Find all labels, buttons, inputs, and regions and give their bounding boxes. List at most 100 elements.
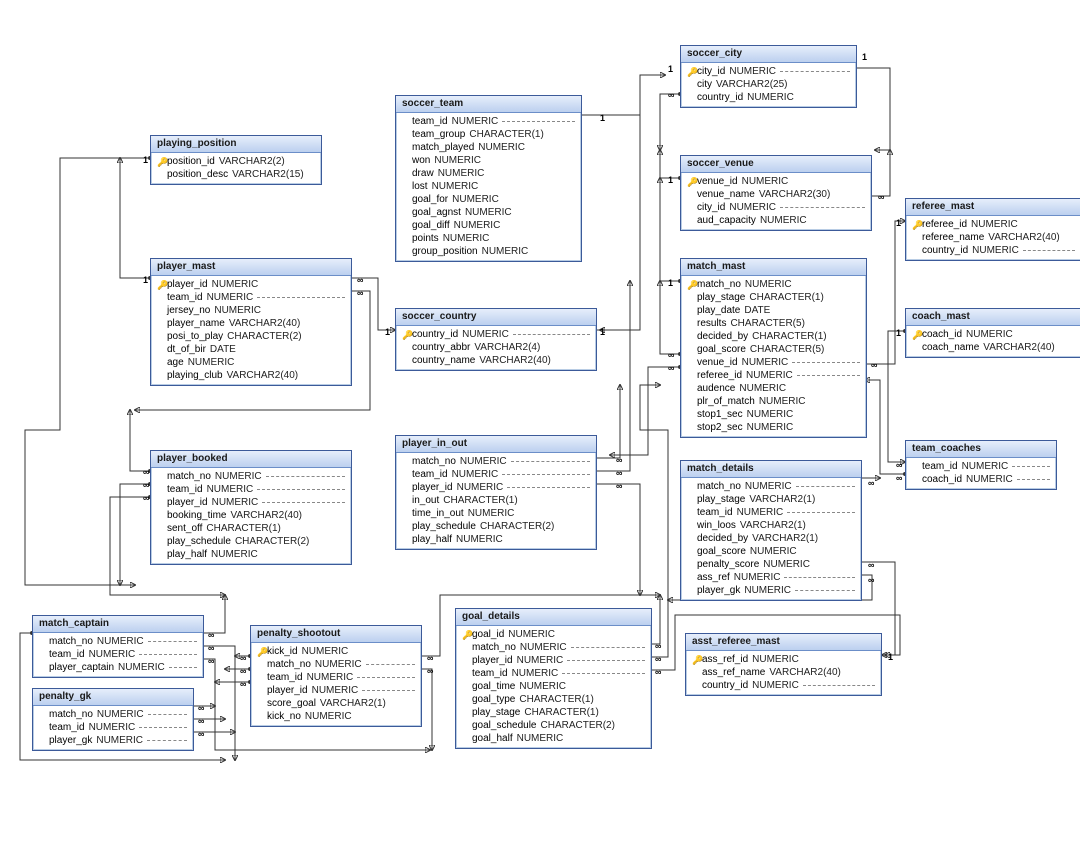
entity-soccer_country[interactable]: soccer_country🔑country_idNUMERICcountry_…	[395, 308, 597, 371]
entity-goal_details[interactable]: goal_details🔑goal_idNUMERICmatch_noNUMER…	[455, 608, 652, 749]
column-type: NUMERIC	[972, 245, 1019, 257]
column-name: player_id	[412, 482, 457, 494]
entity-columns: 🔑match_noNUMERICplay_stageCHARACTER(1)pl…	[681, 276, 866, 437]
cardinality-label: 1	[896, 328, 901, 338]
entity-match_captain[interactable]: match_captainmatch_noNUMERICteam_idNUMER…	[32, 615, 204, 678]
column-row: team_groupCHARACTER(1)	[400, 128, 577, 141]
column-row: group_positionNUMERIC	[400, 245, 577, 258]
column-name: goal_time	[472, 681, 519, 693]
entity-soccer_venue[interactable]: soccer_venue🔑venue_idNUMERICvenue_nameVA…	[680, 155, 872, 231]
column-type: NUMERIC	[438, 168, 485, 180]
column-row: 🔑country_idNUMERIC	[400, 328, 592, 341]
column-row: goal_halfNUMERIC	[460, 732, 647, 745]
entity-asst_referee_mast[interactable]: asst_referee_mast🔑ass_ref_idNUMERICass_r…	[685, 633, 882, 696]
column-type: VARCHAR2(15)	[232, 169, 304, 181]
entity-penalty_shootout[interactable]: penalty_shootout🔑kick_idNUMERICmatch_noN…	[250, 625, 422, 727]
column-name: in_out	[412, 495, 443, 507]
column-name: venue_id	[697, 357, 742, 369]
entity-team_coaches[interactable]: team_coachesteam_idNUMERICcoach_idNUMERI…	[905, 440, 1057, 490]
column-type: NUMERIC	[207, 484, 254, 496]
column-type: NUMERIC	[742, 176, 789, 188]
column-type: NUMERIC	[752, 654, 799, 666]
column-name: player_name	[167, 318, 229, 330]
column-name: ass_ref	[697, 572, 734, 584]
column-row: coach_idNUMERIC	[910, 473, 1052, 486]
entity-soccer_team[interactable]: soccer_teamteam_idNUMERICteam_groupCHARA…	[395, 95, 582, 262]
column-name: player_captain	[49, 662, 118, 674]
entity-coach_mast[interactable]: coach_mast🔑coach_idNUMERICcoach_nameVARC…	[905, 308, 1080, 358]
column-type: NUMERIC	[478, 142, 525, 154]
entity-soccer_city[interactable]: soccer_city🔑city_idNUMERICcityVARCHAR2(2…	[680, 45, 857, 108]
column-type: NUMERIC	[966, 329, 1013, 341]
entity-player_mast[interactable]: player_mast🔑player_idNUMERICteam_idNUMER…	[150, 258, 352, 386]
entity-match_details[interactable]: match_detailsmatch_noNUMERICplay_stageVA…	[680, 460, 862, 601]
column-type: NUMERIC	[962, 461, 1009, 473]
entity-title: player_mast	[151, 259, 351, 276]
column-name: player_id	[472, 655, 517, 667]
column-name: audence	[697, 383, 739, 395]
column-row: score_goalVARCHAR2(1)	[255, 697, 417, 710]
primary-key-icon: 🔑	[687, 279, 697, 291]
column-row: match_noNUMERIC	[37, 708, 189, 721]
column-type: NUMERIC	[305, 711, 352, 723]
column-type: NUMERIC	[97, 709, 144, 721]
er-diagram-canvas: playing_position🔑position_idVARCHAR2(2)p…	[0, 0, 1080, 864]
entity-player_booked[interactable]: player_bookedmatch_noNUMERICteam_idNUMER…	[150, 450, 352, 565]
column-row: aud_capacityNUMERIC	[685, 214, 867, 227]
column-row: 🔑match_noNUMERIC	[685, 278, 862, 291]
column-name: team_id	[412, 116, 452, 128]
entity-columns: 🔑position_idVARCHAR2(2)position_descVARC…	[151, 153, 321, 184]
column-row: booking_timeVARCHAR2(40)	[155, 509, 347, 522]
entity-player_in_out[interactable]: player_in_outmatch_noNUMERICteam_idNUMER…	[395, 435, 597, 550]
cardinality-label: ∞	[143, 480, 149, 490]
column-type: NUMERIC	[212, 497, 259, 509]
column-row: referee_idNUMERIC	[685, 369, 862, 382]
column-type: NUMERIC	[443, 233, 490, 245]
cardinality-label: 1	[143, 155, 148, 165]
column-name: referee_name	[922, 232, 988, 244]
column-name: lost	[412, 181, 432, 193]
entity-columns: match_noNUMERICteam_idNUMERICplayer_idNU…	[151, 468, 351, 564]
column-row: goal_typeCHARACTER(1)	[460, 693, 647, 706]
entity-playing_position[interactable]: playing_position🔑position_idVARCHAR2(2)p…	[150, 135, 322, 185]
column-row: team_idNUMERIC	[155, 483, 347, 496]
column-name: referee_id	[697, 370, 746, 382]
column-name: posi_to_play	[167, 331, 227, 343]
entity-penalty_gk[interactable]: penalty_gkmatch_noNUMERICteam_idNUMERICp…	[32, 688, 194, 751]
cardinality-label: ∞	[208, 656, 214, 666]
column-row: team_idNUMERIC	[685, 506, 857, 519]
cardinality-label: 1	[600, 327, 605, 337]
primary-key-icon: 🔑	[157, 156, 167, 168]
column-type: NUMERIC	[434, 155, 481, 167]
column-name: play_schedule	[412, 521, 480, 533]
column-name: ass_ref_id	[702, 654, 752, 666]
column-type: NUMERIC	[971, 219, 1018, 231]
column-type: VARCHAR2(40)	[983, 342, 1055, 354]
column-name: team_id	[412, 469, 452, 481]
column-name: stop2_sec	[697, 422, 747, 434]
cardinality-label: ∞	[357, 288, 363, 298]
primary-key-icon: 🔑	[687, 176, 697, 188]
column-row: 🔑position_idVARCHAR2(2)	[155, 155, 317, 168]
column-type: VARCHAR2(2)	[219, 156, 285, 168]
column-row: match_playedNUMERIC	[400, 141, 577, 154]
column-row: ageNUMERIC	[155, 356, 347, 369]
column-type: VARCHAR2(1)	[749, 494, 815, 506]
column-name: country_name	[412, 355, 479, 367]
column-type: NUMERIC	[745, 481, 792, 493]
entity-match_mast[interactable]: match_mast🔑match_noNUMERICplay_stageCHAR…	[680, 258, 867, 438]
column-type: NUMERIC	[207, 292, 254, 304]
column-type: NUMERIC	[212, 279, 259, 291]
column-name: coach_id	[922, 474, 966, 486]
entity-columns: team_idNUMERICteam_groupCHARACTER(1)matc…	[396, 113, 581, 261]
column-row: team_idNUMERIC	[37, 721, 189, 734]
entity-referee_mast[interactable]: referee_mast🔑referee_idNUMERICreferee_na…	[905, 198, 1080, 261]
column-type: NUMERIC	[517, 655, 564, 667]
column-row: play_stageCHARACTER(1)	[460, 706, 647, 719]
column-row: team_idNUMERIC	[255, 671, 417, 684]
column-row: play_scheduleCHARACTER(2)	[400, 520, 592, 533]
cardinality-label: ∞	[868, 575, 874, 585]
entity-title: match_details	[681, 461, 861, 478]
entity-title: soccer_team	[396, 96, 581, 113]
column-row: audenceNUMERIC	[685, 382, 862, 395]
